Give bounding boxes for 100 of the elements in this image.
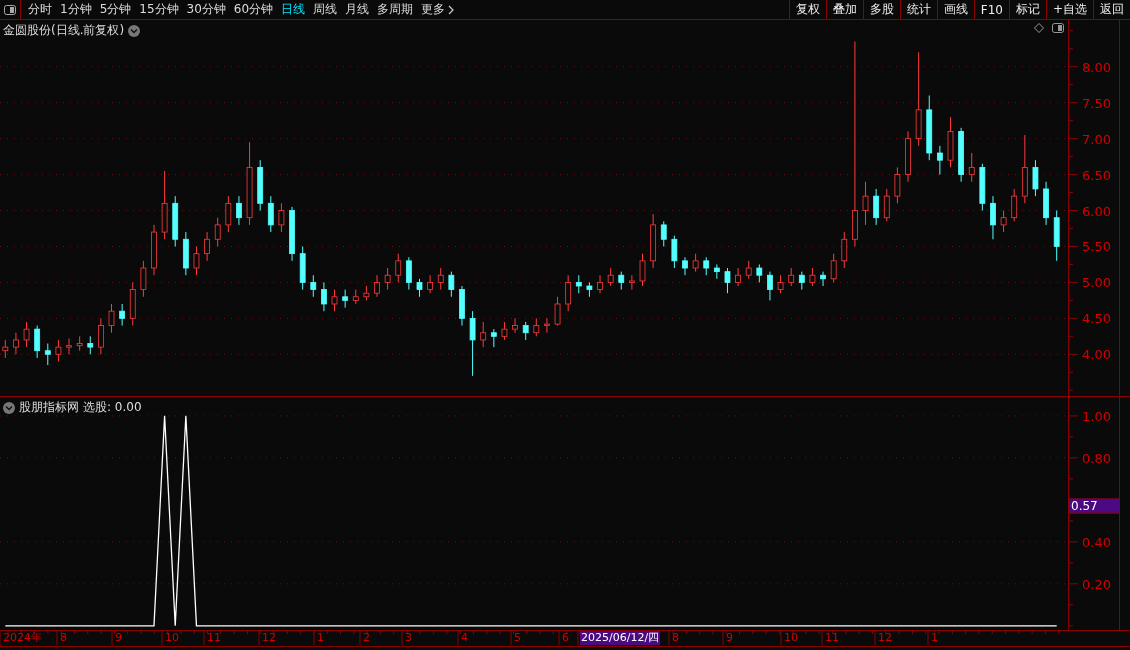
candle [745, 260, 752, 280]
toolbar-button[interactable]: 标记 [1008, 0, 1046, 19]
indicator-value: 选股: 0.00 [83, 399, 142, 416]
candle [236, 195, 242, 226]
toolbar-button[interactable]: F10 [973, 0, 1009, 19]
period-tab[interactable]: 60分钟 [229, 0, 278, 19]
date-label: 2024年 [2, 631, 43, 645]
candle [257, 159, 264, 211]
candle [214, 217, 221, 247]
chart-title: 金圆股份(日线.前复权) [3, 22, 125, 39]
candle [862, 181, 869, 226]
axis-label: 5.00 [1082, 274, 1111, 290]
candle [182, 231, 189, 276]
date-label: 3 [404, 631, 413, 645]
date-label: 2 [362, 631, 371, 645]
period-tab[interactable]: 15分钟 [135, 0, 183, 19]
candle [204, 231, 210, 262]
candle [490, 328, 497, 348]
candle [947, 116, 954, 168]
candle [618, 271, 625, 291]
candle [161, 170, 168, 240]
candle [883, 188, 890, 222]
candle [533, 317, 540, 337]
candle [395, 253, 402, 283]
axis-label: 1.00 [1082, 408, 1111, 424]
axis-label: 7.50 [1082, 95, 1111, 111]
candle [108, 303, 115, 334]
candle [278, 202, 285, 233]
candle [958, 127, 964, 183]
period-tab[interactable]: 更多 [417, 0, 459, 19]
period-tab[interactable]: 日线 [277, 0, 310, 19]
candle [1000, 210, 1007, 233]
toolbar-button[interactable]: 复权 [788, 0, 826, 19]
candle [788, 267, 795, 287]
period-tab[interactable]: 月线 [341, 0, 374, 19]
candle [639, 253, 646, 287]
cursor-date-label: 2025/06/12/四 [580, 631, 661, 645]
candle [629, 274, 635, 291]
date-label: 9 [725, 631, 734, 645]
candle [66, 338, 72, 355]
toolbar-button[interactable]: 多股 [862, 0, 900, 19]
date-label: 8 [59, 631, 68, 645]
candle [289, 206, 295, 262]
candle [363, 285, 370, 301]
candle [841, 231, 848, 269]
axis-label: 0.80 [1082, 450, 1111, 466]
candle [713, 263, 720, 280]
period-tab[interactable]: 分时 [24, 0, 56, 19]
candle [469, 310, 476, 377]
dropdown-icon[interactable] [128, 24, 141, 37]
candle [936, 145, 943, 176]
toolbar-button[interactable]: 统计 [899, 0, 937, 19]
period-tab[interactable]: 周线 [309, 0, 342, 19]
candle [830, 253, 837, 283]
candle [565, 274, 572, 312]
candle [873, 188, 880, 226]
candle [905, 130, 911, 183]
axis-label: 5.50 [1082, 238, 1111, 254]
candle [2, 339, 9, 359]
candle [140, 260, 147, 298]
candle [575, 274, 582, 294]
candle [968, 152, 975, 183]
axis-label: 7.00 [1082, 131, 1111, 147]
candle [724, 267, 731, 294]
candle [777, 274, 784, 294]
candle [990, 195, 996, 240]
toolbar-button[interactable]: +自选 [1045, 0, 1093, 19]
date-label: 4 [460, 631, 469, 645]
candle [427, 274, 433, 294]
candle [767, 271, 773, 301]
axis-label: 8.00 [1082, 59, 1111, 75]
panel-toggle-icon[interactable] [4, 4, 16, 15]
axis-label: 4.50 [1082, 310, 1111, 326]
diamond-icon[interactable] [1034, 23, 1044, 33]
toolbar-button[interactable]: 画线 [936, 0, 974, 19]
date-label: 10 [783, 631, 799, 645]
candle [405, 256, 412, 291]
axis-label: 4.00 [1082, 346, 1111, 362]
dropdown-icon[interactable] [3, 401, 15, 414]
toolbar-button[interactable]: 返回 [1093, 0, 1130, 19]
date-label: 6 [561, 631, 570, 645]
date-label: 1 [316, 631, 325, 645]
candle [809, 267, 816, 287]
axis-label: 6.00 [1082, 203, 1111, 218]
candle [416, 278, 423, 298]
date-label: 1 [930, 631, 939, 645]
candle [193, 245, 200, 276]
period-tab[interactable]: 30分钟 [182, 0, 230, 19]
candle [703, 256, 710, 276]
period-tab[interactable]: 5分钟 [95, 0, 136, 19]
candle [352, 289, 359, 305]
candle [119, 303, 126, 327]
toolbar-button[interactable]: 叠加 [825, 0, 863, 19]
period-tab[interactable]: 1分钟 [56, 0, 96, 19]
candle [129, 281, 136, 327]
candle [437, 267, 444, 291]
date-label: 11 [824, 631, 840, 645]
panel-toggle-icon[interactable] [1052, 23, 1064, 33]
period-tab[interactable]: 多周期 [373, 0, 418, 19]
candle [501, 321, 508, 341]
